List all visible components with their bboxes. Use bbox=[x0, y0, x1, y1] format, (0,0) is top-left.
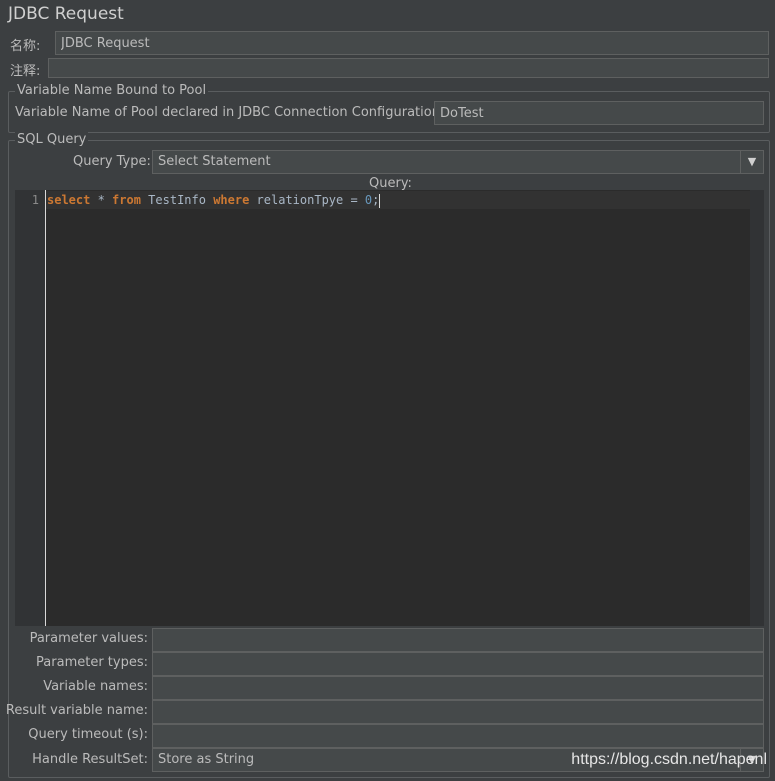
query-timeout-label: Query timeout (s): bbox=[28, 727, 148, 742]
name-field[interactable] bbox=[55, 31, 769, 55]
handle-resultset-label: Handle ResultSet: bbox=[32, 752, 148, 767]
comment-field[interactable] bbox=[48, 58, 769, 78]
code-token: ; bbox=[372, 193, 380, 207]
sql-code-line[interactable]: select * from TestInfo where relationTpy… bbox=[47, 193, 381, 208]
chevron-down-icon[interactable]: ▼ bbox=[740, 151, 763, 173]
name-label: 名称: bbox=[10, 39, 41, 54]
sql-editor[interactable]: 1 select * from TestInfo where relationT… bbox=[15, 190, 764, 626]
query-label: Query: bbox=[369, 176, 412, 191]
result-variable-field[interactable] bbox=[152, 700, 764, 724]
sql-query-legend: SQL Query bbox=[15, 132, 89, 147]
pool-name-label: Variable Name of Pool declared in JDBC C… bbox=[15, 105, 445, 120]
query-type-value: Select Statement bbox=[158, 154, 271, 169]
page-title: JDBC Request bbox=[8, 4, 124, 24]
parameter-values-label: Parameter values: bbox=[29, 631, 148, 646]
comment-label: 注释: bbox=[10, 64, 41, 79]
query-type-label: Query Type: bbox=[73, 154, 151, 169]
text-caret bbox=[379, 193, 381, 208]
pool-name-field[interactable] bbox=[434, 101, 764, 125]
parameter-values-field[interactable] bbox=[152, 628, 764, 652]
keyword-token: from bbox=[112, 193, 141, 207]
watermark-text: https://blog.csdn.net/hapenl bbox=[571, 751, 767, 768]
code-token: relationTpye = bbox=[249, 193, 365, 207]
line-number-gutter: 1 bbox=[15, 190, 46, 626]
variable-names-label: Variable names: bbox=[43, 679, 148, 694]
code-token: * bbox=[90, 193, 113, 207]
query-type-select[interactable]: Select Statement ▼ bbox=[152, 150, 764, 174]
pool-section-legend: Variable Name Bound to Pool bbox=[15, 83, 209, 98]
keyword-token: where bbox=[213, 193, 250, 207]
result-variable-label: Result variable name: bbox=[5, 703, 148, 718]
parameter-types-label: Parameter types: bbox=[36, 655, 148, 670]
editor-vertical-scrollbar[interactable] bbox=[750, 190, 764, 626]
parameter-types-field[interactable] bbox=[152, 652, 764, 676]
keyword-token: select bbox=[47, 193, 91, 207]
handle-resultset-value: Store as String bbox=[158, 752, 255, 767]
variable-names-field[interactable] bbox=[152, 676, 764, 700]
line-number: 1 bbox=[31, 193, 39, 207]
query-timeout-field[interactable] bbox=[152, 724, 764, 748]
code-token: TestInfo bbox=[140, 193, 214, 207]
